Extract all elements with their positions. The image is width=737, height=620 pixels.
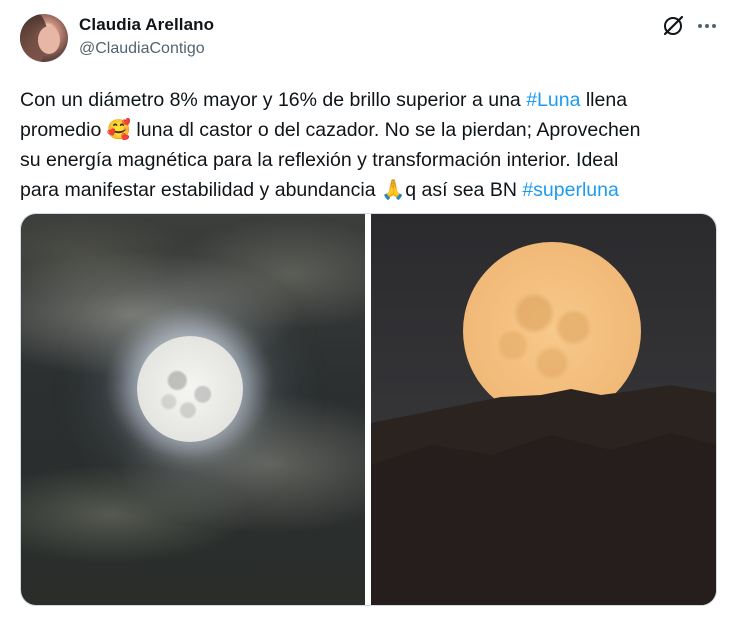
tweet-text-segment: promedio [20,119,107,141]
tweet-text-segment: q así sea BN [405,179,523,201]
tweet-line: Con un diámetro 8% mayor y 16% de brillo… [20,85,720,115]
avatar[interactable] [20,14,68,62]
tweet-text-segment: llena [580,89,628,111]
tweet-text-segment: para manifestar estabilidad y abundancia [20,179,381,201]
tweet-line: para manifestar estabilidad y abundancia… [20,175,720,205]
tweet-line: su energía magnética para la reflexión y… [20,145,720,175]
tweet-text-segment: luna dl castor o del cazador. No se la p… [131,119,641,141]
moon-over-mountain-photo[interactable] [371,214,716,605]
hashtag-link[interactable]: #superluna [522,179,619,201]
author-name[interactable]: Claudia Arellano [79,15,214,35]
tweet-text-segment: su energía magnética para la reflexión y… [20,149,619,171]
avatar-face [38,26,60,54]
folded-hands-emoji: 🙏 [380,178,406,201]
author-handle[interactable]: @ClaudiaContigo [79,40,205,58]
full-moon [137,336,243,442]
tweet-text-segment: Con un diámetro 8% mayor y 16% de brillo… [20,89,527,111]
more-horizontal-icon[interactable] [695,14,719,38]
media-grid [20,213,717,606]
smiling-face-with-hearts-emoji: 🥰 [106,118,131,141]
mountain-silhouette [371,385,716,605]
hashtag-link[interactable]: #Luna [526,89,580,111]
moon-clouds-photo[interactable] [21,214,365,605]
grok-icon[interactable] [660,13,686,39]
tweet-line: promedio 🥰 luna dl castor o del cazador.… [20,115,720,145]
tweet-text: Con un diámetro 8% mayor y 16% de brillo… [20,85,720,205]
